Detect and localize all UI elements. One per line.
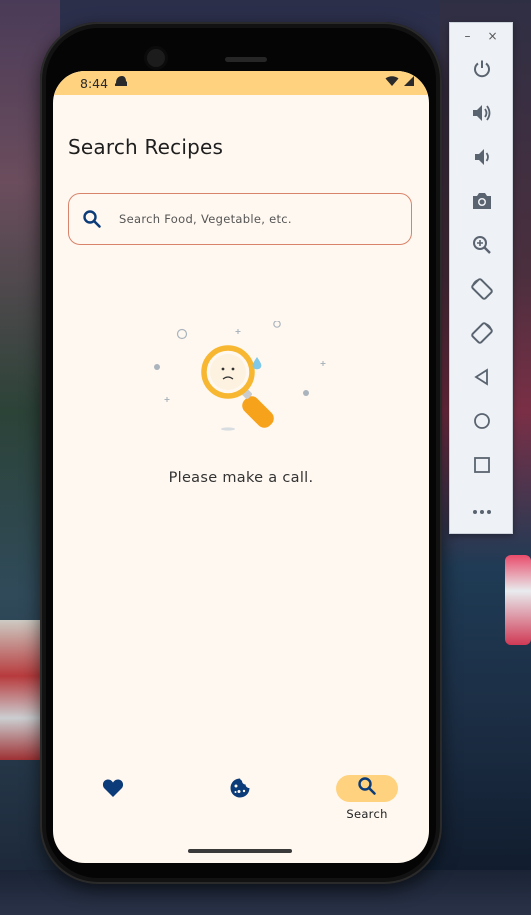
- page-title: Search Recipes: [68, 135, 224, 159]
- search-icon: [81, 208, 103, 230]
- minimize-button[interactable]: –: [464, 29, 470, 43]
- power-icon: [472, 59, 492, 84]
- sad-magnifier-illustration: [149, 320, 329, 433]
- app-screen: 8:44 Search Recipes Search Food, Vegetab…: [53, 71, 429, 863]
- hat-icon: [114, 74, 128, 92]
- status-time: 8:44: [80, 75, 109, 91]
- nav-pill-search: [336, 775, 398, 802]
- rotate-right-icon: [470, 321, 494, 350]
- signal-icon: [403, 74, 415, 92]
- nav-item-recipes[interactable]: [195, 761, 285, 821]
- nav-pill-favorites: [82, 775, 144, 805]
- nav-pill-recipes: [209, 775, 271, 805]
- search-field[interactable]: [68, 193, 412, 245]
- zoom-icon: [472, 235, 492, 260]
- volume-down-button[interactable]: [450, 137, 514, 181]
- background-neon-light: [505, 555, 531, 645]
- back-button[interactable]: [450, 357, 514, 401]
- rotate-left-icon: [470, 277, 494, 306]
- empty-state-message: Please make a call.: [168, 470, 314, 486]
- volume-up-button[interactable]: [450, 93, 514, 137]
- cookie-icon: [229, 777, 251, 804]
- rotate-right-button[interactable]: [450, 313, 514, 357]
- rotate-left-button[interactable]: [450, 269, 514, 313]
- back-icon: [473, 367, 491, 391]
- wifi-icon: [385, 74, 399, 92]
- search-icon: [357, 776, 377, 801]
- home-icon: [473, 412, 491, 435]
- emulator-toolbar: – ×: [449, 22, 513, 534]
- nav-item-search[interactable]: Search: [322, 761, 412, 821]
- nav-item-favorites[interactable]: [68, 761, 158, 821]
- camera-icon: [471, 192, 493, 215]
- more-button[interactable]: [450, 489, 514, 533]
- volume-up-icon: [471, 103, 493, 128]
- heart-icon: [102, 778, 124, 803]
- close-button[interactable]: ×: [487, 29, 497, 43]
- power-button[interactable]: [450, 49, 514, 93]
- search-input[interactable]: [119, 212, 389, 226]
- zoom-button[interactable]: [450, 225, 514, 269]
- more-icon: [472, 502, 492, 520]
- earpiece-speaker: [225, 57, 267, 62]
- status-bar: 8:44: [53, 71, 429, 95]
- front-camera: [147, 49, 165, 67]
- volume-down-icon: [472, 147, 492, 172]
- home-indicator[interactable]: [188, 849, 292, 853]
- home-button[interactable]: [450, 401, 514, 445]
- overview-icon: [473, 456, 491, 479]
- bottom-navigation: Search: [53, 761, 429, 831]
- nav-label-search: Search: [346, 807, 388, 821]
- overview-button[interactable]: [450, 445, 514, 489]
- background-sign: [0, 620, 40, 760]
- screenshot-button[interactable]: [450, 181, 514, 225]
- emulator-window-controls: – ×: [450, 23, 512, 49]
